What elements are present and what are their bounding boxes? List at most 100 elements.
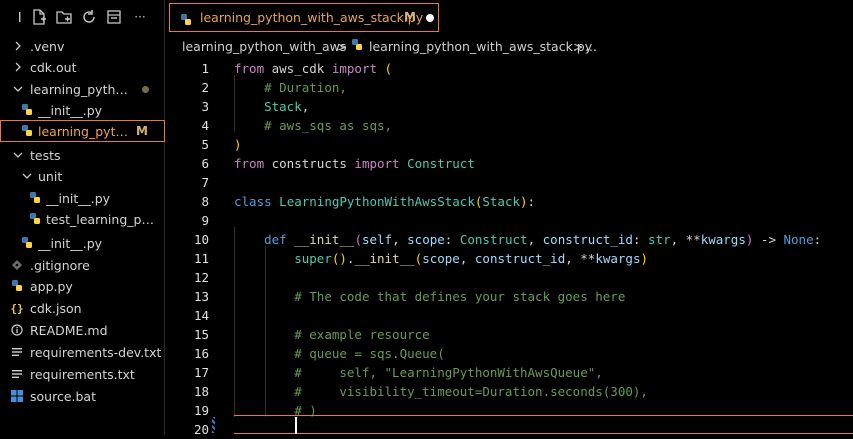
line-number: 5 [201, 137, 209, 152]
chevron-right-icon [12, 61, 24, 73]
unsaved-dot-icon[interactable] [426, 14, 434, 22]
code-line[interactable]: 12 [165, 268, 853, 287]
editor-panel: learning_python_with_aws_stack.py M lear… [165, 0, 853, 437]
tree-item-label: requirements.txt [30, 366, 135, 382]
tree-item-label: learning_pytho... [30, 81, 128, 97]
tree-folder-cdk-out[interactable]: cdk.out [0, 56, 165, 78]
line-number: 2 [201, 80, 209, 95]
tree-file-test-learning[interactable]: test_learning_pyth... [0, 208, 165, 230]
text-file-icon [10, 345, 24, 359]
code-line[interactable]: 8 class LearningPythonWithAwsStack(Stack)… [165, 192, 853, 211]
info-icon [10, 323, 24, 337]
tree-item-label: .gitignore [30, 257, 90, 273]
line-number: 6 [201, 156, 209, 171]
code-line[interactable]: 6 from constructs import Construct [165, 154, 853, 173]
code-line[interactable]: 18 # visibility_timeout=Duration.seconds… [165, 382, 853, 401]
code-line[interactable]: 4 # aws_sqs as sqs, [165, 116, 853, 135]
code-text: from constructs import Construct [234, 156, 475, 171]
code-text: Stack, [264, 99, 310, 114]
git-icon [10, 258, 24, 272]
python-file-icon [20, 236, 34, 250]
breadcrumb-folder[interactable]: learning_python_with_aws [182, 39, 346, 54]
code-line[interactable]: 5) [165, 135, 853, 154]
line-number: 8 [201, 194, 209, 209]
tab-bar: learning_python_with_aws_stack.py M [165, 0, 853, 35]
modified-dot-icon [142, 86, 149, 93]
tree-item-label: cdk.json [30, 300, 82, 316]
tree-item-label: __init__.py [38, 102, 103, 118]
line-number: 12 [193, 270, 209, 285]
tree-file-gitignore[interactable]: .gitignore [0, 254, 165, 276]
current-line-highlight [234, 415, 853, 434]
tree-file-unit-init[interactable]: __init__.py [0, 187, 165, 209]
tree-file-requirements[interactable]: requirements.txt [0, 363, 165, 385]
python-file-icon [28, 212, 42, 226]
tree-file-stack-selected[interactable]: learning_pytho... M [0, 120, 165, 142]
code-line[interactable]: 15 # example resource [165, 325, 853, 344]
code-line[interactable]: 2 # Duration, [165, 78, 853, 97]
line-number: 4 [201, 118, 209, 133]
chevron-right-icon: > [337, 38, 348, 54]
line-number: 19 [193, 403, 209, 418]
code-text: def __init__(self, scope: Construct, con… [264, 232, 822, 247]
chevron-down-icon [21, 170, 33, 182]
line-number: 16 [193, 346, 209, 361]
tree-file-readme[interactable]: README.md [0, 319, 165, 341]
tab-learning-python-with-aws-stack[interactable]: learning_python_with_aws_stack.py M [169, 3, 439, 32]
tree-file-app[interactable]: app.py [0, 275, 165, 297]
tree-item-label: __init__.py [46, 190, 111, 206]
code-line[interactable]: 7 [165, 173, 853, 192]
ellipsis-icon[interactable]: ··· [132, 9, 148, 25]
json-icon: {} [10, 301, 24, 315]
line-number: 20 [193, 422, 209, 437]
chevron-down-icon [12, 83, 24, 95]
code-line[interactable]: 16 # queue = sqs.Queue( [165, 344, 853, 363]
tree-item-label: requirements-dev.txt [30, 344, 162, 360]
code-text: from aws_cdk import ( [234, 61, 393, 76]
tree-file-requirements-dev[interactable]: requirements-dev.txt [0, 341, 165, 363]
code-line[interactable]: 1 from aws_cdk import ( [165, 59, 853, 78]
tree-folder-unit[interactable]: unit [0, 165, 165, 187]
windows-icon [10, 389, 24, 403]
breadcrumb-file[interactable]: learning_python_with_aws_stack.py [369, 39, 592, 54]
refresh-icon[interactable] [81, 9, 97, 25]
tree-item-label: test_learning_pyth... [46, 211, 161, 227]
line-number: 17 [193, 365, 209, 380]
code-line[interactable]: 3 Stack, [165, 97, 853, 116]
tree-file-cdk-json[interactable]: {} cdk.json [0, 297, 165, 319]
python-file-icon [28, 191, 42, 205]
code-line[interactable]: 11 super().__init__(scope, construct_id,… [165, 249, 853, 268]
code-text: super().__init__(scope, construct_id, **… [294, 251, 649, 266]
code-line[interactable]: 14 [165, 306, 853, 325]
tree-file-init[interactable]: __init__.py [0, 99, 165, 121]
breadcrumb: learning_python_with_aws > learning_pyth… [165, 35, 853, 57]
line-number: 18 [193, 384, 209, 399]
tree-folder-venv[interactable]: .venv [0, 35, 165, 57]
code-text: # aws_sqs as sqs, [264, 118, 393, 133]
line-number: 15 [193, 327, 209, 342]
more-icon[interactable] [12, 9, 28, 25]
code-editor[interactable]: 1 from aws_cdk import (2 # Duration, 3 Sta… [165, 56, 853, 437]
chevron-down-icon [12, 149, 24, 161]
explorer-toolbar: ··· [0, 0, 165, 34]
line-number: 13 [193, 289, 209, 304]
tree-item-label: tests [30, 147, 61, 163]
new-folder-icon[interactable] [56, 9, 72, 25]
tree-file-tests-init[interactable]: __init__.py [0, 232, 165, 254]
modified-badge: M [136, 124, 148, 138]
tree-item-label: app.py [30, 278, 73, 294]
tree-folder-learning-python[interactable]: learning_pytho... [0, 78, 165, 100]
tab-label: learning_python_with_aws_stack.py [200, 10, 424, 25]
code-line[interactable]: 9 [165, 211, 853, 230]
code-line[interactable]: 17 # self, "LearningPythonWithAwsQueue", [165, 363, 853, 382]
breadcrumb-symbols[interactable]: ... [585, 39, 597, 54]
text-file-icon [10, 367, 24, 381]
tree-folder-tests[interactable]: tests [0, 144, 165, 166]
collapse-all-icon[interactable] [106, 9, 122, 25]
text-cursor [295, 417, 297, 434]
new-file-icon[interactable] [31, 9, 47, 25]
code-line[interactable]: 10 def __init__(self, scope: Construct, … [165, 230, 853, 249]
code-line[interactable]: 13 # The code that defines your stack go… [165, 287, 853, 306]
tree-item-label: README.md [30, 322, 108, 338]
tree-file-source-bat[interactable]: source.bat [0, 385, 165, 407]
